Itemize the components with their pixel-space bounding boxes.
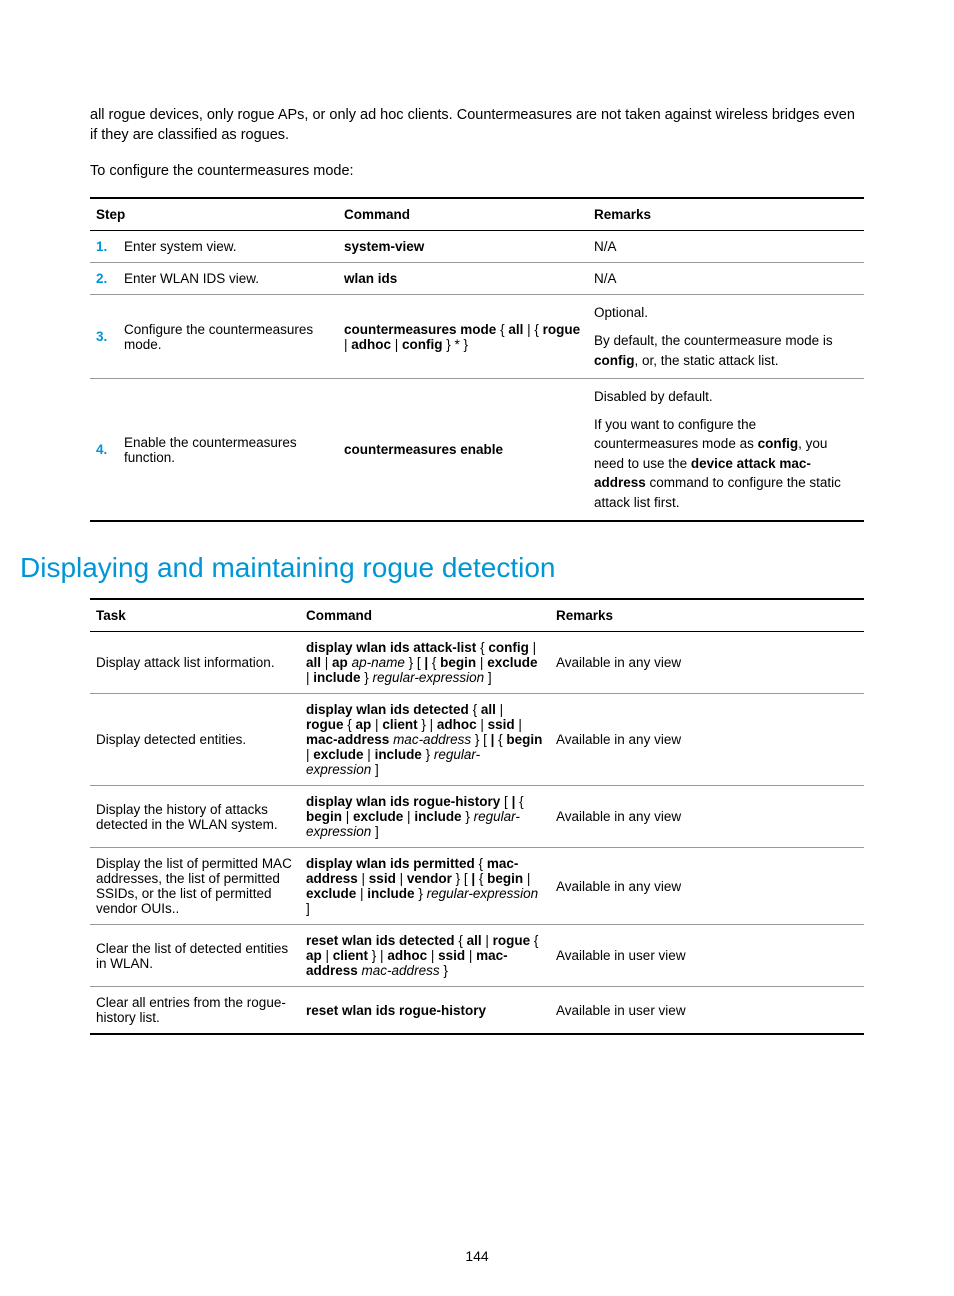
command-cell: display wlan ids detected { all | rogue … (300, 694, 550, 786)
display-maintain-table: Task Command Remarks Display attack list… (90, 598, 864, 1035)
remarks-cell: Available in any view (550, 786, 864, 848)
command-cell: reset wlan ids rogue-history (300, 987, 550, 1035)
config-lead: To configure the countermeasures mode: (90, 161, 864, 181)
remarks-cell: Disabled by default.If you want to confi… (588, 379, 864, 522)
remarks-cell: N/A (588, 263, 864, 295)
remarks-cell: Available in any view (550, 694, 864, 786)
task-cell: Clear the list of detected entities in W… (90, 925, 300, 987)
remarks-cell: Available in any view (550, 848, 864, 925)
command-cell: display wlan ids rogue-history [ | { beg… (300, 786, 550, 848)
col-step-header: Step (90, 198, 338, 231)
col-remarks-header: Remarks (550, 599, 864, 632)
table-row: Display the history of attacks detected … (90, 786, 864, 848)
step-description: Enter WLAN IDS view. (118, 263, 338, 295)
table-row: Clear all entries from the rogue-history… (90, 987, 864, 1035)
table-row: 3.Configure the countermeasures mode.cou… (90, 295, 864, 379)
remarks-cell: Optional.By default, the countermeasure … (588, 295, 864, 379)
step-number: 4. (90, 379, 118, 522)
table-row: Display detected entities.display wlan i… (90, 694, 864, 786)
remarks-cell: N/A (588, 231, 864, 263)
step-description: Configure the countermeasures mode. (118, 295, 338, 379)
remarks-cell: Available in user view (550, 925, 864, 987)
command-cell: wlan ids (338, 263, 588, 295)
command-cell: countermeasures mode { all | { rogue | a… (338, 295, 588, 379)
col-task-header: Task (90, 599, 300, 632)
step-description: Enter system view. (118, 231, 338, 263)
col-command-header: Command (300, 599, 550, 632)
command-cell: system-view (338, 231, 588, 263)
countermeasures-table: Step Command Remarks 1.Enter system view… (90, 197, 864, 522)
col-remarks-header: Remarks (588, 198, 864, 231)
table-row: 1.Enter system view.system-viewN/A (90, 231, 864, 263)
command-cell: reset wlan ids detected { all | rogue { … (300, 925, 550, 987)
command-cell: display wlan ids attack-list { config | … (300, 632, 550, 694)
intro-paragraph: all rogue devices, only rogue APs, or on… (90, 105, 864, 146)
table-row: Clear the list of detected entities in W… (90, 925, 864, 987)
table-row: 4.Enable the countermeasures function.co… (90, 379, 864, 522)
table-row: 2.Enter WLAN IDS view.wlan idsN/A (90, 263, 864, 295)
remarks-cell: Available in any view (550, 632, 864, 694)
task-cell: Display attack list information. (90, 632, 300, 694)
task-cell: Display the list of permitted MAC addres… (90, 848, 300, 925)
section-heading: Displaying and maintaining rogue detecti… (20, 552, 864, 584)
step-number: 2. (90, 263, 118, 295)
table-row: Display attack list information.display … (90, 632, 864, 694)
table-row: Display the list of permitted MAC addres… (90, 848, 864, 925)
remarks-cell: Available in user view (550, 987, 864, 1035)
task-cell: Display the history of attacks detected … (90, 786, 300, 848)
command-cell: countermeasures enable (338, 379, 588, 522)
page-number: 144 (0, 1248, 954, 1264)
command-cell: display wlan ids permitted { mac-address… (300, 848, 550, 925)
task-cell: Clear all entries from the rogue-history… (90, 987, 300, 1035)
step-description: Enable the countermeasures function. (118, 379, 338, 522)
col-command-header: Command (338, 198, 588, 231)
step-number: 3. (90, 295, 118, 379)
step-number: 1. (90, 231, 118, 263)
task-cell: Display detected entities. (90, 694, 300, 786)
